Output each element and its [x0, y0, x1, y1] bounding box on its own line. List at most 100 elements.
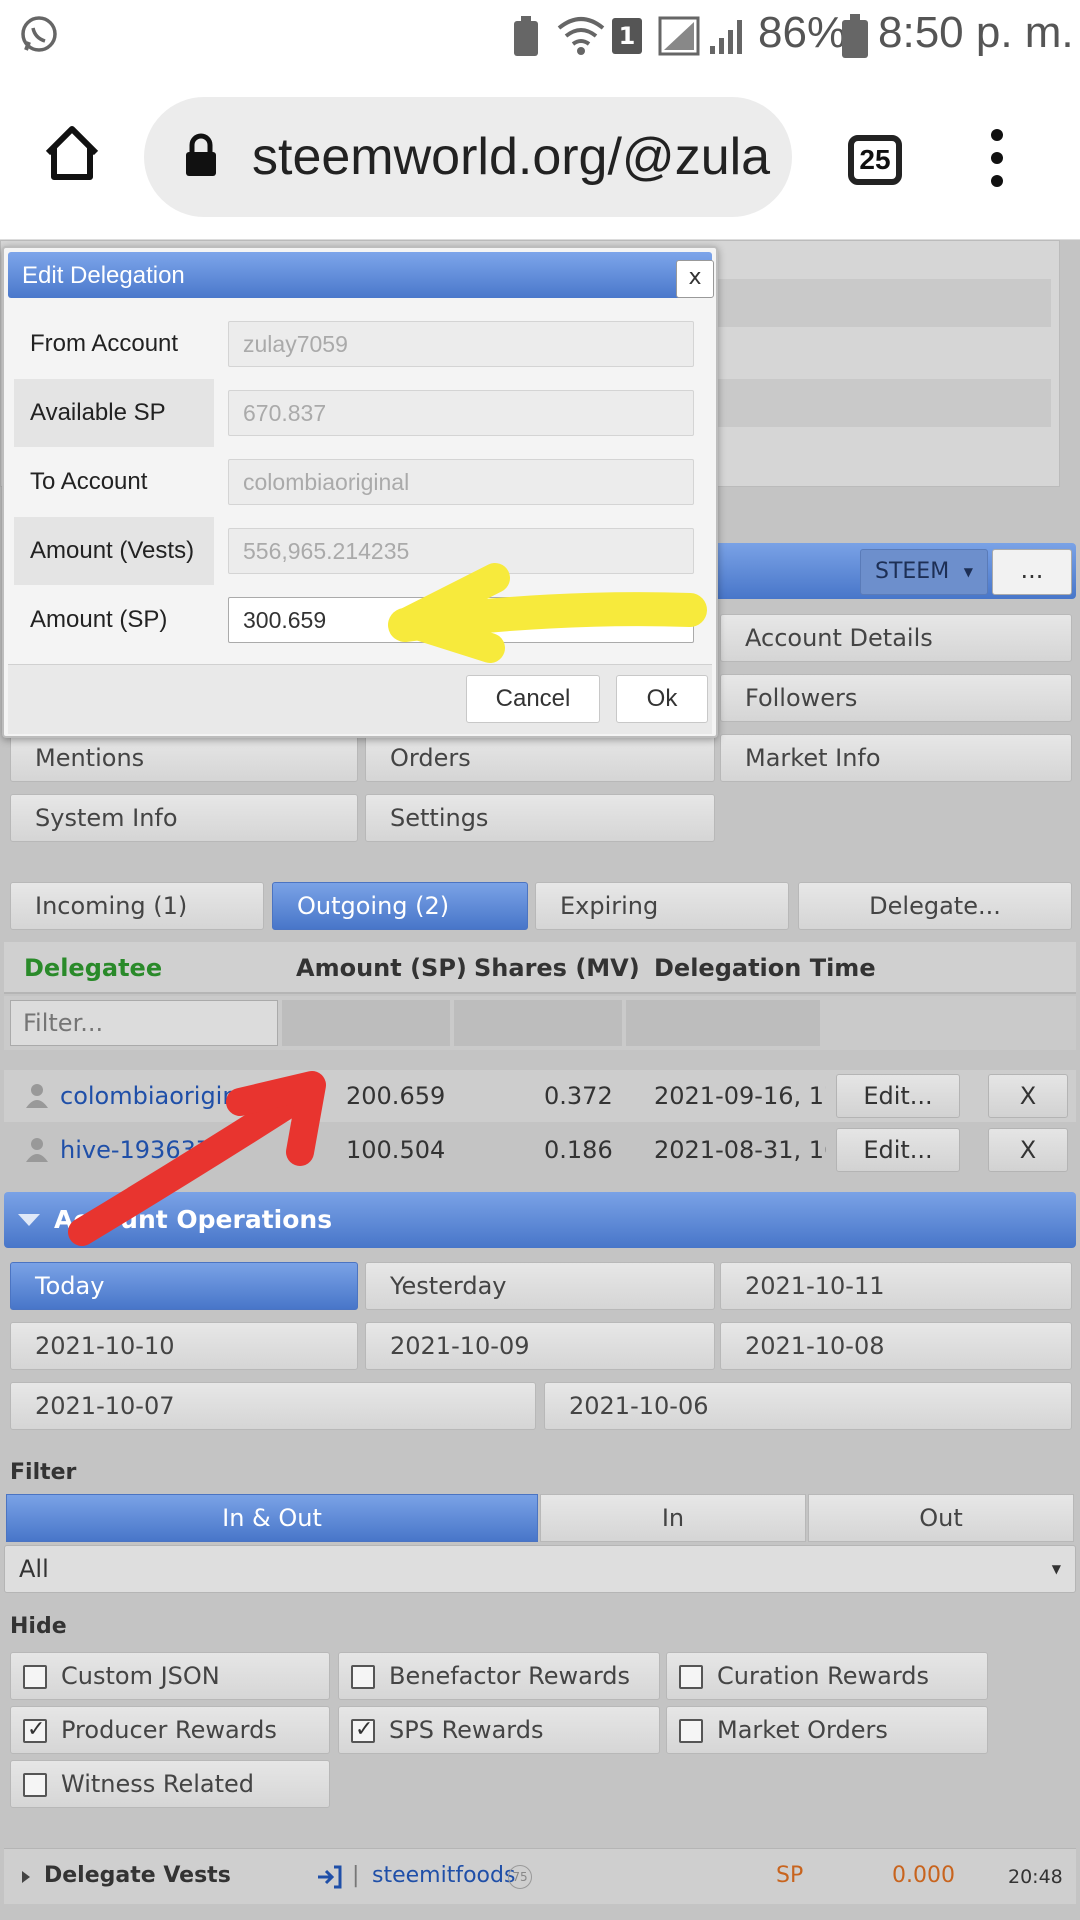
- clock: 8:50 p. m.: [878, 8, 1074, 57]
- hide-witness-related[interactable]: Witness Related: [10, 1760, 330, 1808]
- operation-account-link[interactable]: steemitfoods: [372, 1863, 515, 1888]
- battery-percent: 86%: [758, 8, 847, 57]
- direction-in-out[interactable]: In & Out: [6, 1494, 538, 1542]
- delegate-button[interactable]: Delegate...: [798, 882, 1072, 930]
- nav-orders[interactable]: Orders: [365, 734, 715, 782]
- date-2021-10-06[interactable]: 2021-10-06: [544, 1382, 1072, 1430]
- date-2021-10-09[interactable]: 2021-10-09: [365, 1322, 715, 1370]
- operation-type-select[interactable]: All ▼: [4, 1545, 1076, 1593]
- signal-bars-icon: [710, 20, 742, 54]
- dialog-title-bar[interactable]: Edit Delegation x: [8, 252, 714, 298]
- remove-delegation-button[interactable]: X: [988, 1074, 1068, 1118]
- operation-amount: 0.000: [892, 1863, 955, 1888]
- from-account-field: zulay7059: [228, 321, 694, 367]
- nav-mentions[interactable]: Mentions: [10, 734, 358, 782]
- hide-custom-json[interactable]: Custom JSON: [10, 1652, 330, 1700]
- delegatee-link[interactable]: hive-193637: [60, 1136, 280, 1164]
- separator: |: [352, 1863, 360, 1888]
- battery-icon: [842, 14, 868, 58]
- checkbox-checked[interactable]: [351, 1707, 375, 1753]
- delegatee-filter-input[interactable]: [10, 1000, 278, 1046]
- dropdown-caret-icon: ▼: [1051, 1562, 1061, 1576]
- expand-triangle-icon[interactable]: [20, 1869, 32, 1885]
- currency-value: STEEM: [875, 559, 950, 584]
- delegatee-link[interactable]: colombiaoriginal: [60, 1082, 280, 1110]
- date-2021-10-07[interactable]: 2021-10-07: [10, 1382, 536, 1430]
- date-2021-10-10[interactable]: 2021-10-10: [10, 1322, 358, 1370]
- time-cell: 2021-08-31, 16:: [654, 1136, 826, 1164]
- whatsapp-icon: [21, 16, 57, 52]
- col-shares[interactable]: Shares (MV): [474, 954, 640, 982]
- col-delegatee[interactable]: Delegatee: [24, 954, 162, 982]
- date-2021-10-11[interactable]: 2021-10-11: [720, 1262, 1072, 1310]
- checkbox[interactable]: [23, 1665, 47, 1689]
- hide-benefactor-rewards[interactable]: Benefactor Rewards: [338, 1652, 660, 1700]
- field-to-account: To Account colombiaoriginal: [14, 448, 710, 516]
- ok-button[interactable]: Ok: [616, 675, 708, 723]
- cancel-button[interactable]: Cancel: [466, 675, 600, 723]
- nav-system-info[interactable]: System Info: [10, 794, 358, 842]
- url-text: steemworld.org/@zula: [252, 128, 771, 186]
- reputation-badge: 75: [508, 1865, 532, 1889]
- tab-expiring[interactable]: Expiring: [535, 882, 789, 930]
- browser-toolbar: steemworld.org/@zula 25: [0, 75, 1080, 240]
- dialog-close-button[interactable]: x: [676, 260, 714, 298]
- account-operations-header[interactable]: Account Operations: [4, 1192, 1076, 1248]
- checkbox[interactable]: [23, 1773, 47, 1797]
- amount-sp-input[interactable]: 300.659: [228, 597, 694, 643]
- wifi-icon: [557, 17, 605, 55]
- nav-account-details[interactable]: Account Details: [720, 614, 1072, 662]
- checkbox-label: Custom JSON: [61, 1662, 220, 1690]
- direction-out[interactable]: Out: [808, 1494, 1074, 1542]
- battery-saver-icon: [514, 16, 538, 56]
- collapse-triangle-icon: [18, 1214, 40, 1226]
- sim-badge: 1: [612, 18, 642, 54]
- checkbox-label: Market Orders: [717, 1716, 888, 1744]
- operation-asset: SP: [776, 1863, 804, 1888]
- nav-settings[interactable]: Settings: [365, 794, 715, 842]
- hide-curation-rewards[interactable]: Curation Rewards: [666, 1652, 988, 1700]
- field-label: Amount (SP): [30, 606, 168, 633]
- hide-producer-rewards[interactable]: Producer Rewards: [10, 1706, 330, 1754]
- remove-delegation-button[interactable]: X: [988, 1128, 1068, 1172]
- nav-followers[interactable]: Followers: [720, 674, 1072, 722]
- filter-row: [4, 996, 1076, 1050]
- direction-in[interactable]: In: [540, 1494, 806, 1542]
- dialog-title: Edit Delegation: [22, 262, 185, 289]
- edit-delegation-button[interactable]: Edit...: [836, 1128, 960, 1172]
- address-bar[interactable]: steemworld.org/@zula: [144, 97, 792, 217]
- currency-select[interactable]: STEEM ▼: [860, 549, 988, 595]
- checkbox[interactable]: [351, 1665, 375, 1689]
- amount-cell: 200.659: [346, 1082, 446, 1110]
- amount-vests-field: 556,965.214235: [228, 528, 694, 574]
- hide-market-orders[interactable]: Market Orders: [666, 1706, 988, 1754]
- checkbox-label: Producer Rewards: [61, 1716, 277, 1744]
- checkbox[interactable]: [679, 1665, 703, 1689]
- home-icon[interactable]: [42, 123, 102, 183]
- overflow-menu-icon[interactable]: [984, 127, 1010, 189]
- checkbox-checked[interactable]: [23, 1707, 47, 1753]
- filter-cell: [626, 1000, 820, 1046]
- hide-sps-rewards[interactable]: SPS Rewards: [338, 1706, 660, 1754]
- field-label: Available SP: [14, 379, 214, 447]
- date-yesterday[interactable]: Yesterday: [365, 1262, 715, 1310]
- delegate-in-icon: [318, 1865, 342, 1889]
- col-amount[interactable]: Amount (SP): [296, 954, 467, 982]
- tab-switcher-button[interactable]: 25: [848, 135, 902, 185]
- checkbox[interactable]: [679, 1719, 703, 1743]
- status-bar: 1 86% 8:50 p. m.: [0, 0, 1080, 75]
- more-button[interactable]: ...: [992, 549, 1072, 595]
- tab-incoming[interactable]: Incoming (1): [10, 882, 264, 930]
- nav-market-info[interactable]: Market Info: [720, 734, 1072, 782]
- table-row: hive-193637 100.504 0.186 2021-08-31, 16…: [4, 1124, 1076, 1176]
- tab-outgoing[interactable]: Outgoing (2): [272, 882, 528, 930]
- date-2021-10-08[interactable]: 2021-10-08: [720, 1322, 1072, 1370]
- section-title: Account Operations: [54, 1205, 333, 1234]
- date-today[interactable]: Today: [10, 1262, 358, 1310]
- field-label: From Account: [30, 330, 179, 357]
- edit-delegation-button[interactable]: Edit...: [836, 1074, 960, 1118]
- operation-time: 20:48: [1008, 1866, 1063, 1888]
- table-row: colombiaoriginal 200.659 0.372 2021-09-1…: [4, 1070, 1076, 1122]
- col-delegation-time[interactable]: Delegation Time: [654, 954, 876, 982]
- checkbox-label: SPS Rewards: [389, 1716, 544, 1744]
